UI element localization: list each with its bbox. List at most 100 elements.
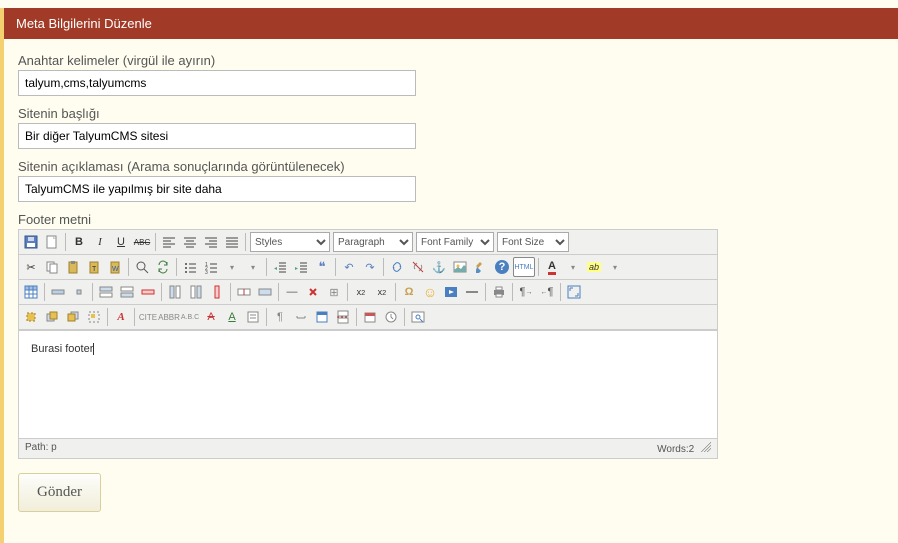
rich-text-editor: B I U ABC Styles Paragraph Font Family F… [18, 229, 718, 459]
move-backward-icon[interactable] [63, 307, 83, 327]
table-icon[interactable] [21, 282, 41, 302]
code-icon[interactable]: HTML [513, 257, 535, 277]
row-props-icon[interactable] [48, 282, 68, 302]
cleanup-icon[interactable] [471, 257, 491, 277]
fullscreen-icon[interactable] [564, 282, 584, 302]
redo-icon[interactable]: ↷ [360, 257, 380, 277]
font-size-select[interactable]: Font Size [497, 232, 569, 252]
toolbar-row-1: B I U ABC Styles Paragraph Font Family F… [19, 230, 717, 255]
align-right-icon[interactable] [201, 232, 221, 252]
absolute-icon[interactable] [84, 307, 104, 327]
outdent-icon[interactable] [270, 257, 290, 277]
row-after-icon[interactable] [117, 282, 137, 302]
visual-aid-icon[interactable]: ⊞ [324, 282, 344, 302]
template-icon[interactable] [312, 307, 332, 327]
media-icon[interactable] [441, 282, 461, 302]
print-icon[interactable] [489, 282, 509, 302]
unlink-icon[interactable] [408, 257, 428, 277]
align-justify-icon[interactable] [222, 232, 242, 252]
text-color-icon[interactable]: A [542, 257, 562, 277]
editor-content-area[interactable]: Burasi footer [19, 330, 717, 438]
split-cells-icon[interactable] [234, 282, 254, 302]
insert-time-icon[interactable] [381, 307, 401, 327]
paste-icon[interactable] [63, 257, 83, 277]
page-header: Meta Bilgilerini Düzenle [4, 8, 898, 39]
charmap-icon[interactable]: Ω [399, 282, 419, 302]
paragraph-select[interactable]: Paragraph [333, 232, 413, 252]
paste-word-icon[interactable]: W [105, 257, 125, 277]
indent-icon[interactable] [291, 257, 311, 277]
insert-date-icon[interactable] [360, 307, 380, 327]
keywords-input[interactable] [18, 70, 416, 96]
anchor-icon[interactable]: ⚓ [429, 257, 449, 277]
cut-icon[interactable]: ✂ [21, 257, 41, 277]
visualchars-icon[interactable]: ¶ [270, 307, 290, 327]
copy-icon[interactable] [42, 257, 62, 277]
text-color-arrow-icon[interactable]: ▾ [563, 257, 583, 277]
cell-props-icon[interactable] [69, 282, 89, 302]
editor-path: Path: p [25, 442, 57, 455]
hr-icon[interactable]: — [282, 282, 302, 302]
pagebreak-icon[interactable] [333, 307, 353, 327]
site-desc-label: Sitenin açıklaması (Arama sonuçlarında g… [18, 159, 884, 174]
acronym-icon[interactable]: A.B.C [180, 307, 200, 327]
del-icon[interactable]: A [201, 307, 221, 327]
resize-grip-icon[interactable] [701, 442, 711, 452]
help-icon[interactable]: ? [495, 260, 509, 274]
strikethrough-icon[interactable]: ABC [132, 232, 152, 252]
site-title-input[interactable] [18, 123, 416, 149]
replace-icon[interactable] [153, 257, 173, 277]
blockquote-icon[interactable]: ❝ [312, 257, 332, 277]
col-before-icon[interactable] [165, 282, 185, 302]
remove-format-icon[interactable] [303, 282, 323, 302]
bullet-list-arrow-icon[interactable]: ▾ [222, 257, 242, 277]
move-forward-icon[interactable] [42, 307, 62, 327]
styles-select[interactable]: Styles [250, 232, 330, 252]
svg-text:W: W [112, 266, 119, 273]
italic-icon[interactable]: I [90, 232, 110, 252]
bg-color-icon[interactable]: ab [584, 257, 604, 277]
site-desc-input[interactable] [18, 176, 416, 202]
svg-text:3: 3 [205, 270, 208, 274]
preview-icon[interactable] [408, 307, 428, 327]
toolbar-row-3: — ⊞ x2 x2 Ω ☺ ¶→ ←¶ [19, 280, 717, 305]
save-icon[interactable] [21, 232, 41, 252]
ltr-icon[interactable]: ¶→ [516, 282, 536, 302]
delete-col-icon[interactable] [207, 282, 227, 302]
underline-icon[interactable]: U [111, 232, 131, 252]
bg-color-arrow-icon[interactable]: ▾ [605, 257, 625, 277]
styleprops-icon[interactable]: A [111, 307, 131, 327]
paste-text-icon[interactable]: T [84, 257, 104, 277]
ins-icon[interactable]: A [222, 307, 242, 327]
attribs-icon[interactable] [243, 307, 263, 327]
abbr-icon[interactable]: ABBR [159, 307, 179, 327]
undo-icon[interactable]: ↶ [339, 257, 359, 277]
cite-icon[interactable]: CITE [138, 307, 158, 327]
bold-icon[interactable]: B [69, 232, 89, 252]
advhr-icon[interactable] [462, 282, 482, 302]
emotions-icon[interactable]: ☺ [420, 282, 440, 302]
align-left-icon[interactable] [159, 232, 179, 252]
num-list-arrow-icon[interactable]: ▾ [243, 257, 263, 277]
submit-button[interactable]: Gönder [18, 473, 101, 512]
bullet-list-icon[interactable] [180, 257, 200, 277]
nonbreaking-icon[interactable] [291, 307, 311, 327]
num-list-icon[interactable]: 123 [201, 257, 221, 277]
editor-text: Burasi footer [31, 343, 94, 355]
superscript-icon[interactable]: x2 [372, 282, 392, 302]
link-icon[interactable] [387, 257, 407, 277]
row-before-icon[interactable] [96, 282, 116, 302]
delete-row-icon[interactable] [138, 282, 158, 302]
subscript-icon[interactable]: x2 [351, 282, 371, 302]
toolbar-row-2: ✂ T W 123 ▾ ▾ ❝ ↶ ↷ ⚓ ? [19, 255, 717, 280]
search-icon[interactable] [132, 257, 152, 277]
col-after-icon[interactable] [186, 282, 206, 302]
insert-layer-icon[interactable] [21, 307, 41, 327]
align-center-icon[interactable] [180, 232, 200, 252]
new-doc-icon[interactable] [42, 232, 62, 252]
font-family-select[interactable]: Font Family [416, 232, 494, 252]
image-icon[interactable] [450, 257, 470, 277]
rtl-icon[interactable]: ←¶ [537, 282, 557, 302]
merge-cells-icon[interactable] [255, 282, 275, 302]
svg-text:T: T [92, 266, 97, 273]
